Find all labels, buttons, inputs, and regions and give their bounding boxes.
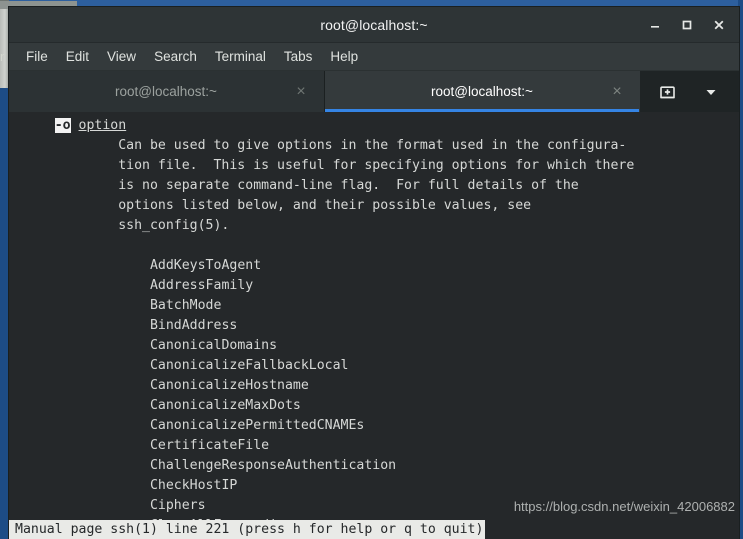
new-tab-button[interactable] [653,77,683,107]
terminal-line-option-2: BatchMode [9,296,739,316]
option-name: CanonicalizePermittedCNAMEs [149,418,365,433]
option-name: BindAddress [149,318,238,333]
terminal-window: root@localhost:~ File Edit View Search T… [9,7,739,539]
option-name: CanonicalDomains [149,338,278,353]
terminal-line-desc-1: Can be used to give options in the forma… [9,136,739,156]
menu-item-help[interactable]: Help [321,47,367,66]
tab-close-icon[interactable]: × [293,83,309,100]
window-controls [639,7,735,42]
terminal-line-desc-4: options listed below, and their possible… [9,196,739,216]
menu-item-terminal[interactable]: Terminal [206,47,275,66]
chevron-down-icon [706,89,716,95]
pager-status-text: Manual page ssh(1) line 221 (press h for… [9,520,486,539]
terminal-line-option-9: CertificateFile [9,436,739,456]
window-titlebar[interactable]: root@localhost:~ [9,7,739,43]
option-name: CheckHostIP [149,478,238,493]
menubar: File Edit View Search Terminal Tabs Help [9,43,739,71]
terminal-content[interactable]: -o option Can be used to give options in… [9,112,739,539]
close-button[interactable] [703,9,735,41]
menu-item-tabs[interactable]: Tabs [275,47,322,66]
terminal-line-option-4: CanonicalDomains [9,336,739,356]
option-name: BatchMode [149,298,222,313]
desc-text: is no separate command-line flag. For fu… [118,178,579,193]
tabbar: root@localhost:~ × root@localhost:~ × [9,71,739,112]
option-name: AddKeysToAgent [149,258,262,273]
desc-text: ssh_config(5). [118,218,230,233]
tab-label: root@localhost:~ [115,84,217,99]
minimize-button[interactable] [639,9,671,41]
option-name: CanonicalizeHostname [149,378,309,393]
option-flag-spacer [15,118,55,133]
desc-text: options listed below, and their possible… [118,198,532,213]
window-title: root@localhost:~ [320,16,428,33]
option-gap [71,118,79,133]
new-terminal-tab-icon [660,86,676,99]
option-name: AddressFamily [149,278,254,293]
terminal-line-option-8: CanonicalizePermittedCNAMEs [9,416,739,436]
maximize-button[interactable] [671,9,703,41]
desc-text: tion file. This is useful for specifying… [118,158,635,173]
terminal-line-option-1: AddressFamily [9,276,739,296]
option-name: CanonicalizeFallbackLocal [149,358,349,373]
tab-terminal-2[interactable]: root@localhost:~ × [325,71,640,112]
tab-terminal-1[interactable]: root@localhost:~ × [9,71,324,112]
terminal-line-option-7: CanonicalizeMaxDots [9,396,739,416]
option-flag: -o [54,118,71,133]
desktop-top-stripe [0,0,743,7]
terminal-line-desc-2: tion file. This is useful for specifying… [9,156,739,176]
menu-item-edit[interactable]: Edit [57,47,98,66]
tab-list: root@localhost:~ × root@localhost:~ × [9,71,640,112]
option-word: option [78,118,127,133]
terminal-line-option-11: CheckHostIP [9,476,739,496]
desc-text: Can be used to give options in the forma… [118,138,627,153]
terminal-line-desc-5: ssh_config(5). [9,216,739,236]
option-name: CanonicalizeMaxDots [149,398,301,413]
terminal-line-option-0: AddKeysToAgent [9,256,739,276]
option-name: Ciphers [149,498,206,513]
terminal-line-option-12: Ciphers [9,496,739,516]
terminal-line-option-header: -o option [9,116,739,136]
tab-close-icon[interactable]: × [609,83,625,100]
terminal-line-option-3: BindAddress [9,316,739,336]
menu-item-file[interactable]: File [17,47,57,66]
screen: r root@localhost:~ File Edit View Search… [0,0,743,539]
background-window-menu-letter: r [0,49,5,64]
option-name: CertificateFile [149,438,270,453]
terminal-line-option-6: CanonicalizeHostname [9,376,739,396]
menu-item-view[interactable]: View [98,47,145,66]
option-name: ChallengeResponseAuthentication [149,458,397,473]
minimize-icon [651,25,659,28]
maximize-icon [682,20,692,29]
tab-label: root@localhost:~ [431,84,533,99]
terminal-line-desc-3: is no separate command-line flag. For fu… [9,176,739,196]
close-icon [714,20,724,29]
tab-menu-button[interactable] [696,77,726,107]
tabbar-actions [640,71,739,112]
terminal-line-option-10: ChallengeResponseAuthentication [9,456,739,476]
menu-item-search[interactable]: Search [145,47,206,66]
pager-status-line: Manual page ssh(1) line 221 (press h for… [9,520,739,539]
terminal-line-option-5: CanonicalizeFallbackLocal [9,356,739,376]
desktop-left-strip [0,88,9,539]
